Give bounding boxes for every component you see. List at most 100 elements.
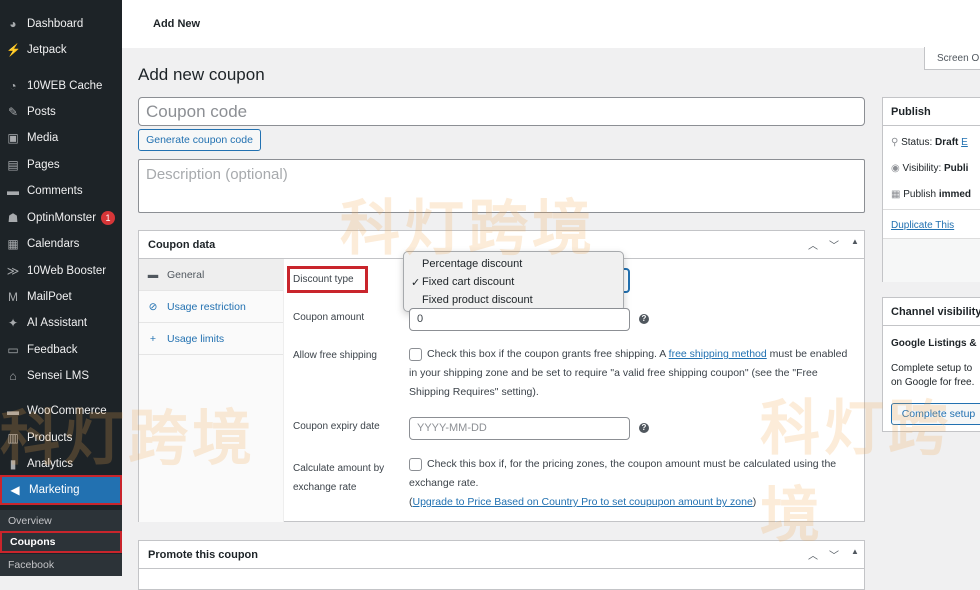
plus-icon: + bbox=[149, 332, 157, 345]
restriction-icon: ⊘ bbox=[148, 300, 158, 313]
sidebar-item-pages[interactable]: ▤ Pages bbox=[0, 154, 122, 176]
coupon-code-input[interactable]: Coupon code bbox=[138, 97, 865, 126]
sidebar-item-sensei-lms[interactable]: ⌂ Sensei LMS bbox=[0, 365, 122, 387]
sidebar-item-posts[interactable]: ✎ Posts bbox=[0, 101, 122, 123]
channel-visibility-box: Channel visibility Google Listings & Com… bbox=[882, 297, 980, 432]
sidebar-item-ai-assistant[interactable]: ✦ AI Assistant bbox=[0, 312, 122, 334]
sidebar-item-label: MailPoet bbox=[27, 291, 72, 303]
status-value: Draft bbox=[935, 137, 959, 148]
help-icon[interactable]: ? bbox=[639, 423, 649, 433]
text: Visibility: bbox=[902, 163, 945, 174]
generate-coupon-code-button[interactable]: Generate coupon code bbox=[138, 129, 261, 151]
sidebar-item-feedback[interactable]: ▭ Feedback bbox=[0, 339, 122, 361]
sidebar-item-label: Feedback bbox=[27, 344, 78, 356]
free-shipping-label: Allow free shipping bbox=[293, 350, 377, 361]
sidebar-item-label: Jetpack bbox=[27, 44, 67, 56]
sidebar-item-products[interactable]: ▥ Products bbox=[0, 427, 122, 449]
help-icon[interactable]: ? bbox=[639, 314, 649, 324]
tab-label: General bbox=[167, 268, 205, 281]
screen-options-tab[interactable]: Screen O bbox=[924, 47, 980, 70]
option-percentage-discount[interactable]: Percentage discount bbox=[422, 258, 522, 270]
text: ) bbox=[752, 496, 757, 508]
sidebar-item-label: Calendars bbox=[27, 238, 80, 250]
booster-icon: ≫ bbox=[6, 264, 20, 278]
pin-icon: ✎ bbox=[7, 105, 19, 119]
option-fixed-product-discount[interactable]: Fixed product discount bbox=[422, 294, 533, 306]
free-shipping-method-link[interactable]: free shipping method bbox=[669, 348, 767, 360]
feedback-icon: ▭ bbox=[7, 343, 19, 357]
discount-type-dropdown: Percentage discount ✓ Fixed cart discoun… bbox=[403, 251, 624, 312]
sidebar-item-jetpack[interactable]: ⚡ Jetpack bbox=[0, 39, 122, 61]
megaphone-icon: ◀ bbox=[10, 483, 20, 497]
sidebar-item-label: OptinMonster bbox=[27, 212, 97, 224]
sidebar-item-label: AI Assistant bbox=[27, 317, 88, 329]
move-down-icon[interactable]: ﹀ bbox=[829, 547, 839, 562]
sidebar-item-10web-cache[interactable]: ◔ 10WEB Cache bbox=[0, 75, 122, 97]
notification-badge: 1 bbox=[101, 211, 116, 225]
duplicate-link[interactable]: Duplicate This bbox=[891, 220, 954, 231]
status-row: ⚲ Status: Draft E bbox=[891, 137, 968, 148]
sidebar-item-label: Analytics bbox=[27, 458, 74, 470]
top-bar-title: Add New bbox=[153, 18, 201, 30]
mailpoet-icon: M bbox=[8, 290, 18, 304]
sidebar-item-calendars[interactable]: ▦ Calendars bbox=[0, 233, 122, 255]
coupon-amount-input[interactable]: 0 bbox=[409, 308, 630, 331]
description-textarea[interactable]: Description (optional) bbox=[138, 159, 865, 213]
publish-date-row: ▦ Publish immed bbox=[891, 189, 971, 200]
tab-usage-restriction[interactable]: ⊘ Usage restriction bbox=[139, 291, 283, 323]
expiry-date-input[interactable]: YYYY-MM-DD bbox=[409, 417, 630, 440]
move-up-icon[interactable]: ︿ bbox=[808, 237, 818, 252]
sidebar-item-label: Posts bbox=[27, 106, 56, 118]
cache-icon: ◔ bbox=[9, 79, 17, 93]
publish-title: Publish bbox=[883, 98, 980, 126]
submenu-overview[interactable]: Overview bbox=[0, 510, 122, 532]
sidebar-item-optinmonster[interactable]: ☗ OptinMonster 1 bbox=[0, 207, 122, 229]
sidebar-item-analytics[interactable]: ▮ Analytics bbox=[0, 453, 122, 475]
complete-setup-button[interactable]: Complete setup bbox=[891, 403, 980, 425]
sidebar-item-mailpoet[interactable]: M MailPoet bbox=[0, 286, 122, 308]
discount-type-label: Discount type bbox=[293, 274, 354, 285]
tab-general[interactable]: ▬ General bbox=[139, 259, 283, 291]
sidebar-item-comments[interactable]: ▬ Comments bbox=[0, 180, 122, 202]
monster-icon: ☗ bbox=[7, 211, 19, 225]
sidebar-item-label: 10Web Booster bbox=[27, 265, 107, 277]
submenu-coupons[interactable]: Coupons bbox=[0, 531, 122, 553]
publish-value: immed bbox=[938, 189, 972, 200]
move-up-icon[interactable]: ︿ bbox=[808, 547, 818, 562]
exchange-rate-label: Calculate amount by exchange rate bbox=[293, 463, 385, 493]
edit-status-link[interactable]: E bbox=[961, 137, 968, 148]
page-title: Add new coupon bbox=[138, 65, 265, 84]
tab-label: Usage limits bbox=[167, 332, 225, 345]
sidebar-item-label: 10WEB Cache bbox=[27, 80, 103, 92]
tab-label: Usage restriction bbox=[167, 300, 246, 313]
text: Publish bbox=[903, 189, 939, 200]
analytics-icon: ▮ bbox=[9, 457, 17, 471]
calendar-icon: ▦ bbox=[7, 237, 19, 251]
channel-subtitle: Google Listings & bbox=[891, 338, 977, 349]
sidebar-item-media[interactable]: ▣ Media bbox=[0, 127, 122, 149]
sidebar-item-10web-booster[interactable]: ≫ 10Web Booster bbox=[0, 260, 122, 282]
text: Status: bbox=[901, 137, 936, 148]
submenu-facebook[interactable]: Facebook bbox=[0, 554, 122, 576]
pages-icon: ▤ bbox=[7, 158, 19, 172]
sidebar-item-marketing[interactable]: ◀ Marketing bbox=[0, 475, 122, 505]
toggle-panel-icon[interactable]: ▲ bbox=[851, 547, 859, 556]
upgrade-link[interactable]: Upgrade to Price Based on Country Pro to… bbox=[413, 496, 753, 508]
media-icon: ▣ bbox=[7, 131, 19, 145]
move-down-icon[interactable]: ﹀ bbox=[829, 237, 839, 252]
expiry-date-label: Coupon expiry date bbox=[293, 421, 380, 432]
pin-icon: ⚲ bbox=[891, 137, 902, 148]
sidebar-item-woocommerce[interactable]: ▬ WooCommerce bbox=[0, 400, 122, 422]
channel-title: Channel visibility bbox=[883, 298, 980, 326]
sidebar-item-dashboard[interactable]: ◕ Dashboard bbox=[0, 13, 122, 35]
channel-text: Complete setup to on Google for free. bbox=[891, 363, 975, 388]
tab-usage-limits[interactable]: + Usage limits bbox=[139, 323, 283, 355]
top-bar: Add New bbox=[122, 0, 980, 48]
sidebar-item-label: Sensei LMS bbox=[27, 370, 90, 382]
general-icon: ▬ bbox=[147, 268, 159, 281]
option-fixed-cart-discount[interactable]: Fixed cart discount bbox=[422, 276, 514, 288]
toggle-panel-icon[interactable]: ▲ bbox=[851, 237, 859, 246]
sidebar-item-label: Media bbox=[27, 132, 59, 144]
sidebar-item-label: Comments bbox=[27, 185, 83, 197]
calendar-icon: ▦ bbox=[891, 189, 904, 200]
